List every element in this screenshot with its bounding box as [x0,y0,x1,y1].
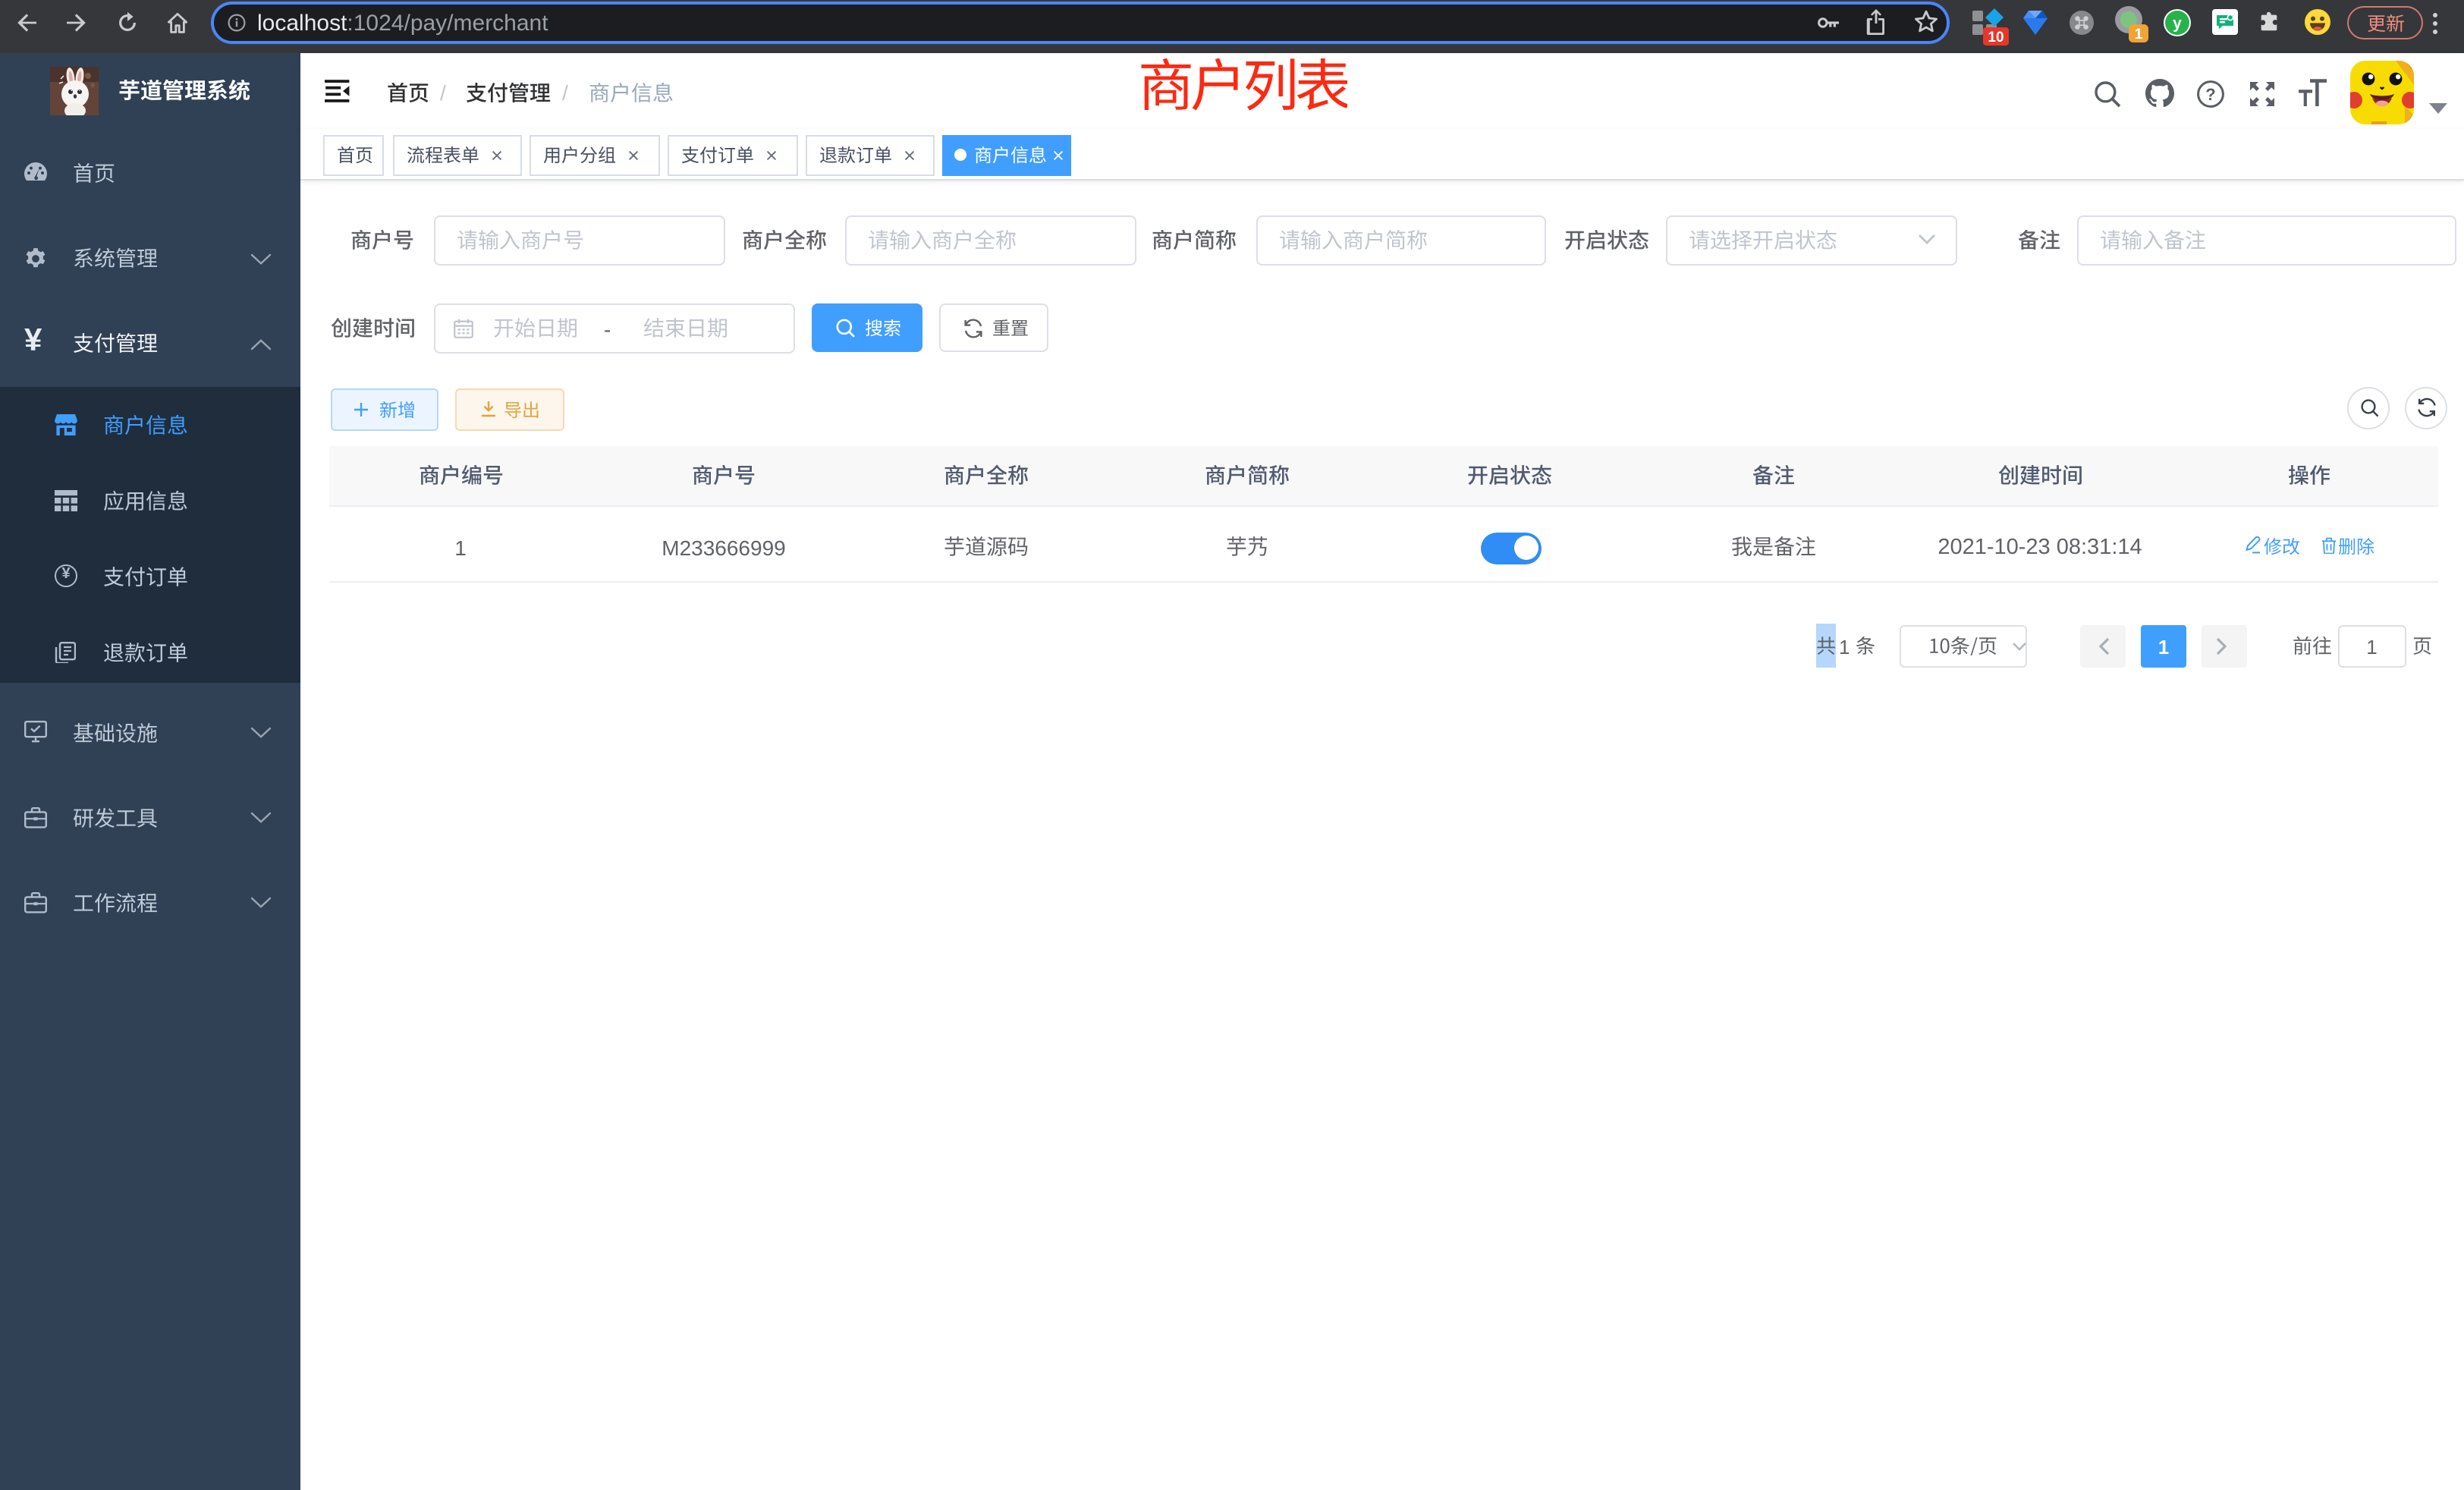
svg-text:?: ? [2205,84,2215,103]
svg-text:1: 1 [2135,27,2143,42]
svg-text:10: 10 [1988,30,2004,46]
svg-text:y: y [2173,15,2182,33]
